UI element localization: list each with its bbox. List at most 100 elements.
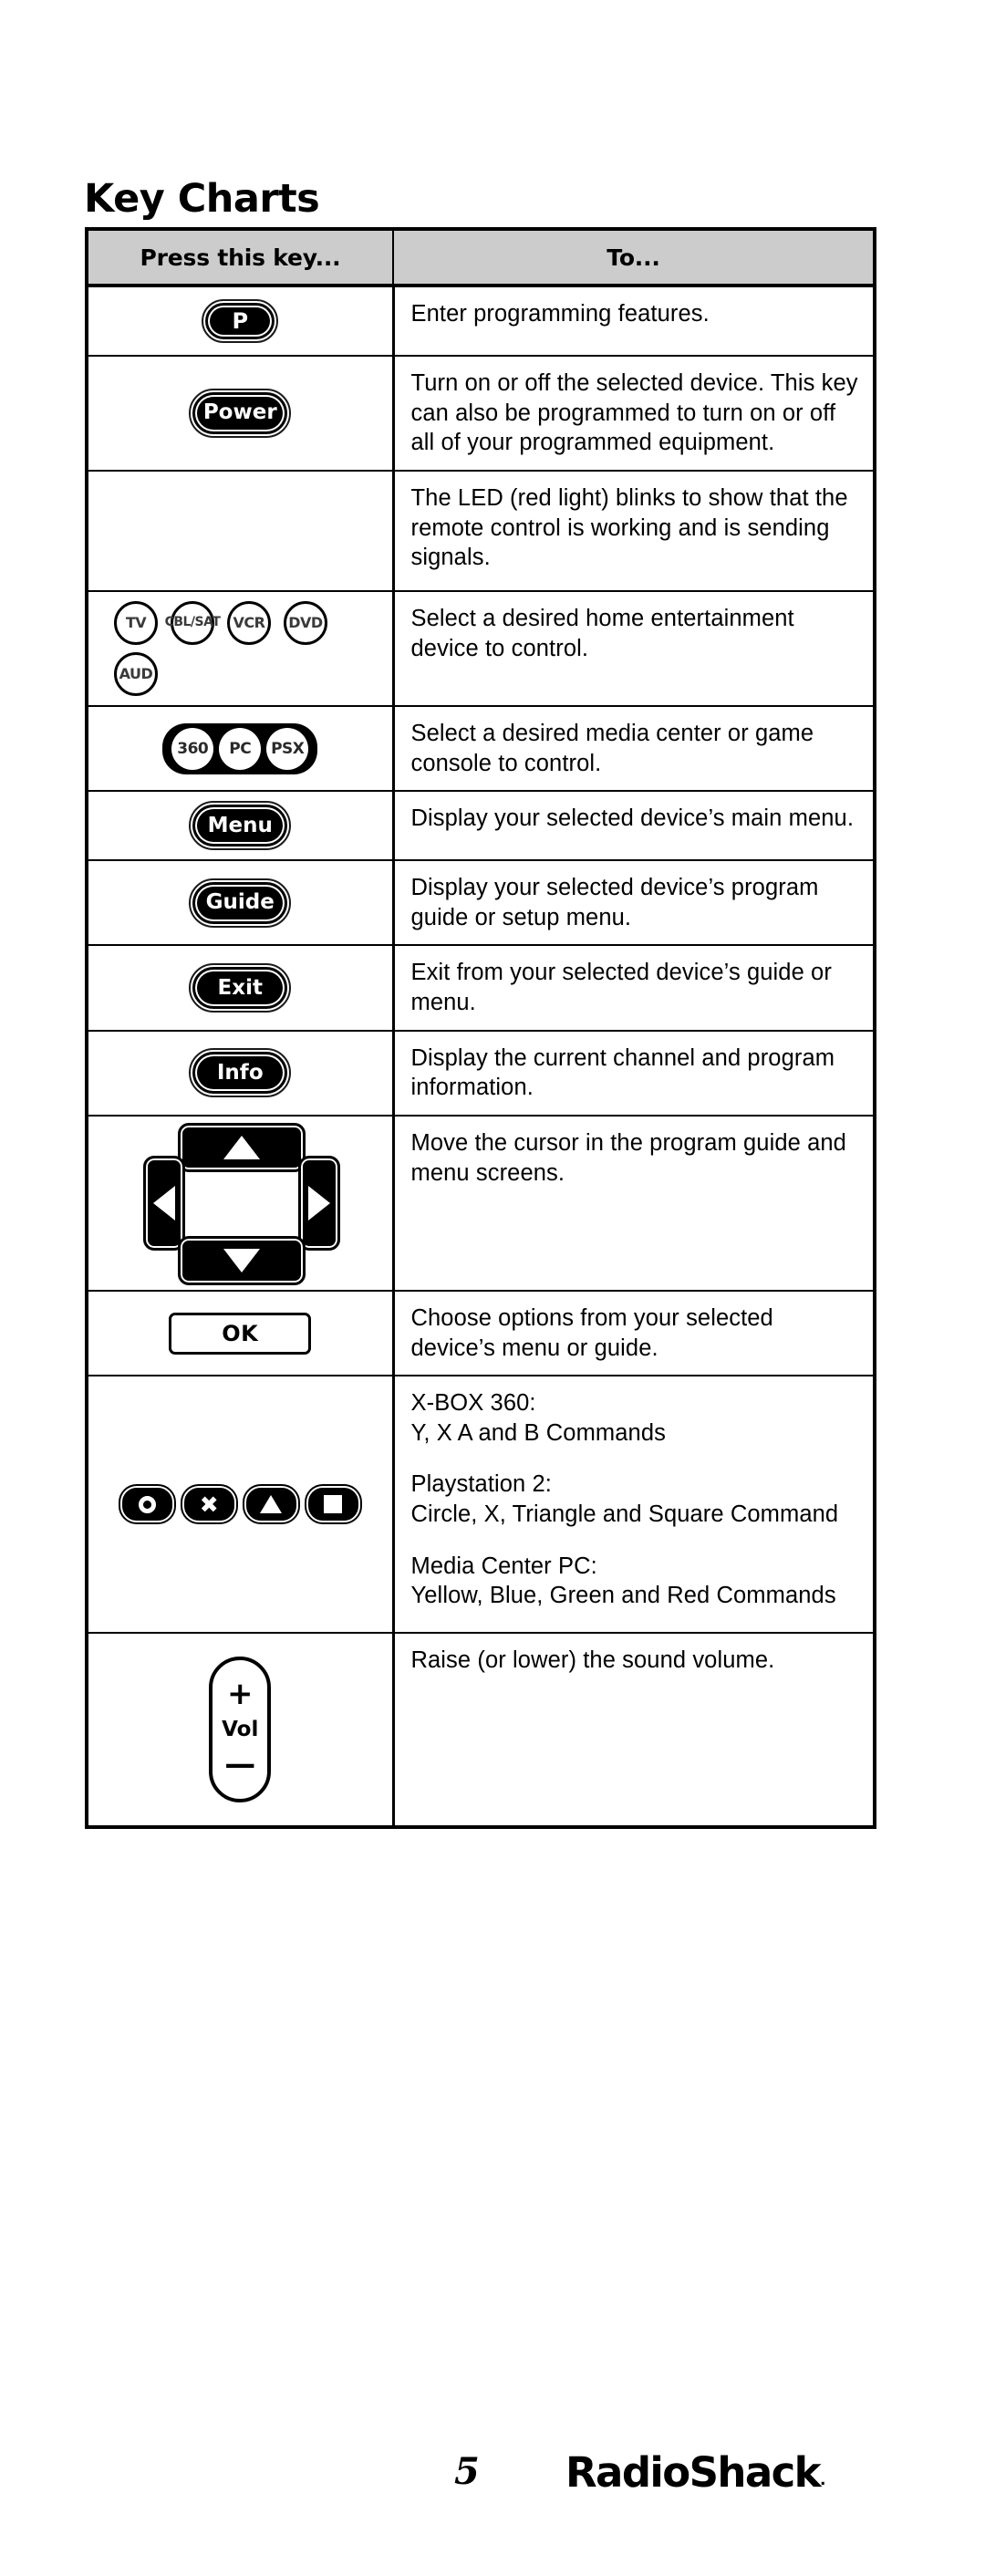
table-row: Menu Display your selected device’s main… <box>86 790 876 862</box>
xbox360-button-icon[interactable]: 360 <box>171 727 214 770</box>
guide-button-icon[interactable]: Guide <box>189 878 292 928</box>
tv-button-icon[interactable]: TV <box>114 600 158 645</box>
key-charts-table: Press this key... To... P Enter programm… <box>85 227 876 1830</box>
vcr-button-icon[interactable]: VCR <box>227 600 271 645</box>
description-xbox: X-BOX 360: Y, X A and B Commands <box>411 1388 865 1448</box>
pc-button-icon[interactable]: PC <box>219 727 262 770</box>
description-cell: Exit from your selected device’s guide o… <box>392 944 876 1032</box>
table-row: + Vol — Raise (or lower) the sound volum… <box>86 1632 876 1829</box>
volume-up-label: + <box>227 1675 254 1712</box>
manual-page: Key Charts Press this key... To... P Ent… <box>0 0 985 2576</box>
table-row: Exit Exit from your selected device’s gu… <box>86 944 876 1032</box>
description-text: Display the current channel and program … <box>410 1044 835 1101</box>
info-button-icon[interactable]: Info <box>189 1048 292 1098</box>
description-text: Choose options from your selected device… <box>410 1304 773 1361</box>
playstation-heading: Playstation 2: <box>410 1471 552 1498</box>
game-symbol-button-row: ✖ <box>118 1484 362 1525</box>
table-row: Info Display the current channel and pro… <box>86 1029 876 1117</box>
arrow-down-button-icon[interactable] <box>178 1235 306 1285</box>
key-cell-exit: Exit <box>86 944 395 1032</box>
description-text: Raise (or lower) the sound volume. <box>410 1647 775 1674</box>
description-text: Enter programming features. <box>410 301 710 327</box>
cbl-sat-button-icon[interactable]: CBL/SAT <box>165 600 221 645</box>
description-cell: Raise (or lower) the sound volume. <box>392 1632 876 1829</box>
xbox-heading: X-BOX 360: <box>410 1390 536 1417</box>
table-row: The LED (red light) blinks to show that … <box>86 469 876 592</box>
key-cell-guide: Guide <box>86 859 395 947</box>
table-row: P Enter programming features. <box>86 285 876 357</box>
description-mediacenter: Media Center PC: Yellow, Blue, Green and… <box>411 1552 865 1611</box>
exit-button-icon[interactable]: Exit <box>189 963 292 1013</box>
table-row: OK Choose options from your selected dev… <box>86 1289 876 1377</box>
description-text: Select a desired home entertainment devi… <box>410 605 794 661</box>
description-cell: Display the current channel and program … <box>392 1029 876 1117</box>
square-button-icon[interactable] <box>304 1484 362 1525</box>
description-cell: Enter programming features. <box>392 285 876 357</box>
arrow-right-button-icon[interactable] <box>298 1155 341 1251</box>
device-button-row-2: AUD <box>114 651 158 696</box>
registered-mark: . <box>819 2471 826 2489</box>
key-cell-device-buttons: TV CBL/SAT VCR DVD AUD <box>86 589 395 707</box>
description-text: Display your selected device’s program g… <box>410 875 819 930</box>
description-cell: Display your selected device’s main menu… <box>392 790 876 862</box>
key-cell-info: Info <box>86 1029 395 1117</box>
aud-button-icon[interactable]: AUD <box>114 651 158 696</box>
volume-rocker-icon[interactable]: + Vol — <box>209 1657 272 1803</box>
key-cell-arrow-pad <box>86 1114 395 1292</box>
key-cell-power: Power <box>86 355 395 472</box>
triangle-button-icon[interactable] <box>242 1484 300 1525</box>
description-cell: Move the cursor in the program guide and… <box>392 1114 876 1292</box>
cbl-sat-label: CBL/SAT <box>164 615 221 630</box>
arrow-up-button-icon[interactable] <box>178 1122 306 1172</box>
description-text: The LED (red light) blinks to show that … <box>410 484 848 571</box>
table-row: TV CBL/SAT VCR DVD AUD Select a desired <box>86 589 876 707</box>
page-number: 5 <box>454 2450 480 2493</box>
volume-label: Vol <box>222 1717 259 1741</box>
device-button-row-1: TV CBL/SAT VCR DVD <box>114 600 327 645</box>
xbox-body: Y, X A and B Commands <box>410 1419 666 1446</box>
volume-down-label: — <box>224 1746 256 1783</box>
psx-button-icon[interactable]: PSX <box>266 727 309 770</box>
description-cell: Select a desired media center or game co… <box>392 704 876 793</box>
key-cell-menu: Menu <box>86 790 395 862</box>
power-button-icon[interactable]: Power <box>189 388 292 438</box>
description-cell: X-BOX 360: Y, X A and B Commands Playsta… <box>392 1375 876 1635</box>
key-cell-ok: OK <box>86 1289 395 1377</box>
p-button-icon[interactable]: P <box>202 299 279 343</box>
description-text: Move the cursor in the program guide and… <box>410 1129 846 1186</box>
menu-button-icon[interactable]: Menu <box>189 801 292 851</box>
description-cell: The LED (red light) blinks to show that … <box>392 469 876 592</box>
circle-button-icon[interactable] <box>118 1484 176 1525</box>
description-cell: Turn on or off the selected device. This… <box>392 355 876 472</box>
description-text: Select a desired media center or game co… <box>410 720 814 776</box>
arrow-left-button-icon[interactable] <box>143 1155 186 1251</box>
x-button-icon[interactable]: ✖ <box>180 1484 238 1525</box>
radioshack-logo: RadioShack. <box>565 2448 825 2497</box>
description-text: Turn on or off the selected device. This… <box>410 370 858 456</box>
table-row: 360 PC PSX Select a desired media center… <box>86 704 876 793</box>
header-to: To... <box>392 228 876 287</box>
key-cell-volume: + Vol — <box>86 1632 395 1829</box>
mediacenter-heading: Media Center PC: <box>410 1553 597 1579</box>
table-row: Guide Display your selected device’s pro… <box>86 859 876 947</box>
ok-button-icon[interactable]: OK <box>169 1312 312 1355</box>
table-row: Move the cursor in the program guide and… <box>86 1114 876 1292</box>
description-cell: Display your selected device’s program g… <box>392 859 876 947</box>
header-press-this-key: Press this key... <box>86 228 394 287</box>
key-cell-p: P <box>86 285 395 357</box>
brand-name: RadioShack <box>565 2448 822 2497</box>
console-button-bar: 360 PC PSX <box>162 722 318 774</box>
mediacenter-body: Yellow, Blue, Green and Red Commands <box>410 1583 836 1609</box>
description-cell: Choose options from your selected device… <box>392 1289 876 1377</box>
description-text: Exit from your selected device’s guide o… <box>410 960 832 1015</box>
cursor-arrow-pad <box>143 1122 341 1285</box>
table-row: ✖ X-BOX 360: Y, X A and B Commands Plays… <box>86 1375 876 1635</box>
description-cell: Select a desired home entertainment devi… <box>392 589 876 707</box>
table-header-row: Press this key... To... <box>86 228 876 287</box>
table-row: Power Turn on or off the selected device… <box>86 355 876 472</box>
description-playstation: Playstation 2: Circle, X, Triangle and S… <box>411 1470 865 1529</box>
page-title: Key Charts <box>84 175 320 222</box>
key-cell-console-buttons: 360 PC PSX <box>86 704 395 793</box>
key-cell-led-empty <box>86 469 395 592</box>
dvd-button-icon[interactable]: DVD <box>284 600 327 645</box>
